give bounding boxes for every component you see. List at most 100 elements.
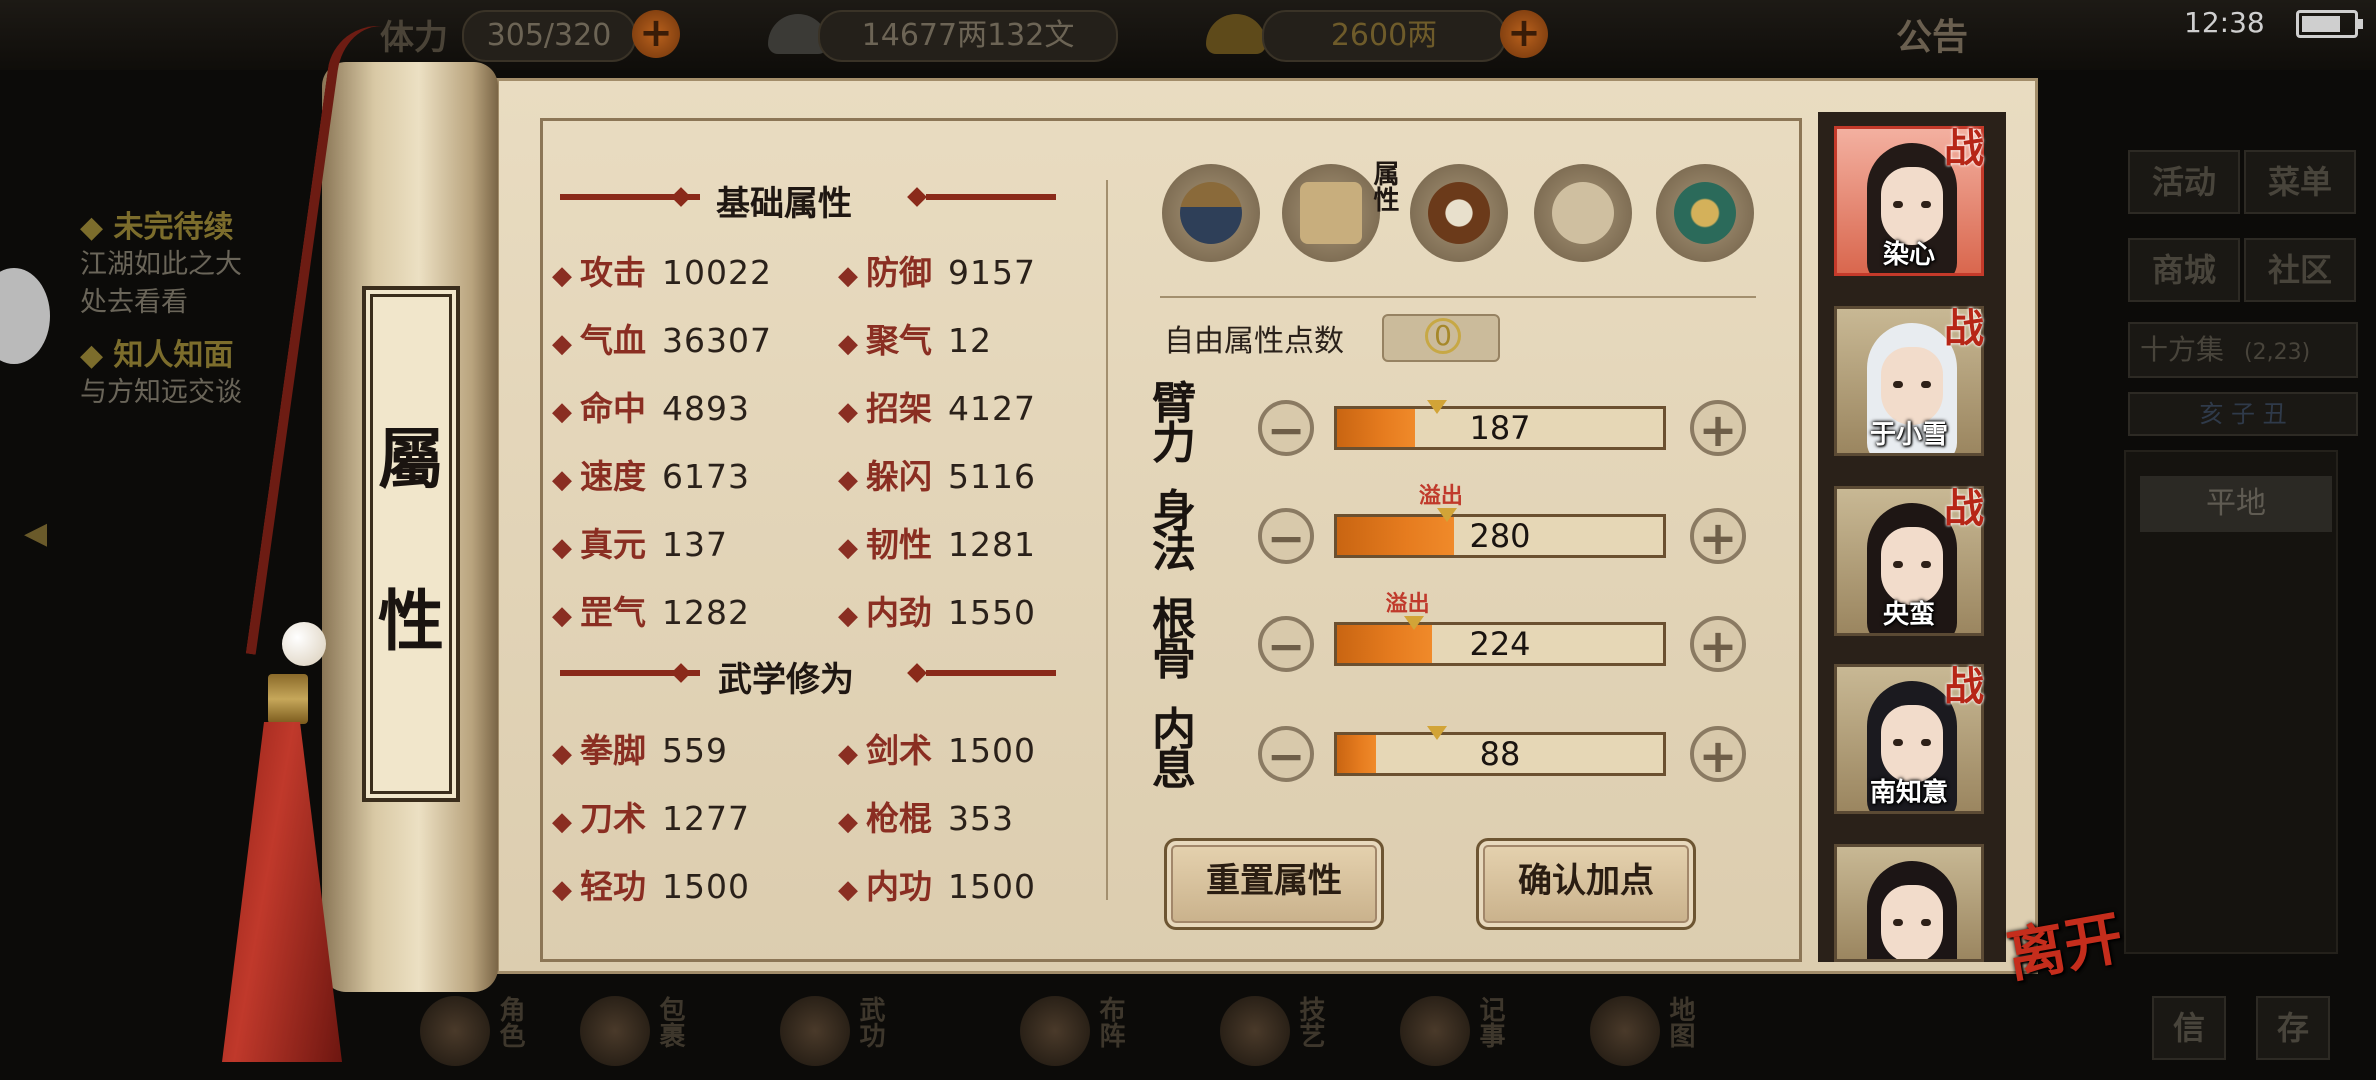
character-eye	[1921, 561, 1931, 568]
attr-marker-icon-1	[1436, 508, 1457, 522]
character-eye	[1921, 381, 1931, 388]
basic-attributes-header: 基础属性	[716, 184, 852, 224]
scroll-title-panel	[362, 286, 460, 802]
attr-bar-2: 224	[1334, 622, 1666, 666]
character-eye	[1921, 919, 1931, 926]
bag-icon	[580, 996, 650, 1066]
add-gold-button[interactable]: +	[1500, 10, 1548, 58]
place-button[interactable]: 平地	[2140, 476, 2332, 532]
martial-header: 武学修为	[718, 660, 854, 700]
character-eye	[1893, 561, 1903, 568]
stat-accuracy: ◆ 命中 4893	[552, 389, 750, 428]
tab-compass-icon[interactable]	[1656, 164, 1754, 262]
stat-attack: ◆ 攻击 10022	[552, 253, 772, 292]
dock-crafts[interactable]: 技艺	[1220, 996, 1370, 1076]
attr-name-2: 根骨	[1152, 594, 1196, 685]
battle-tag-0: 战	[1944, 125, 1984, 172]
dock-journal[interactable]: 记事	[1400, 996, 1550, 1076]
dock-map[interactable]: 地图	[1590, 996, 1740, 1076]
tassel-cap	[268, 674, 308, 724]
quest-title-2[interactable]: ◆ 知人知面	[80, 330, 234, 374]
character-eye	[1893, 381, 1903, 388]
confirm-points-button[interactable]: 确认加点	[1476, 838, 1696, 930]
attr-minus-button-3[interactable]: −	[1258, 726, 1314, 782]
books-icon	[780, 996, 850, 1066]
attr-marker-icon-3	[1426, 726, 1447, 740]
stat-dodge: ◆ 躲闪 5116	[838, 457, 1036, 496]
map-icon	[1590, 996, 1660, 1066]
stat-speed: ◆ 速度 6173	[552, 457, 750, 496]
panel-divider	[1106, 180, 1108, 900]
character-eye	[1921, 201, 1931, 208]
tassel-bead	[282, 622, 326, 666]
quest-title-1[interactable]: ◆ 未完待续	[80, 202, 234, 246]
notice-button[interactable]: 公告	[1896, 8, 1968, 60]
character-eye	[1893, 739, 1903, 746]
quest-toggle-icon[interactable]	[0, 268, 50, 364]
battle-tag-1: 战	[1944, 305, 1984, 352]
stamina-label: 体力	[380, 18, 448, 58]
attr-value-1: 280	[1469, 517, 1531, 555]
attr-value-3: 88	[1479, 735, 1521, 773]
time-bar: 亥 子 丑	[2128, 392, 2358, 436]
stat-hp: ◆ 气血 36307	[552, 321, 772, 360]
attr-name-1: 身法	[1152, 486, 1196, 577]
mail-button[interactable]: 信	[2152, 996, 2226, 1060]
character-name-0: 染心	[1882, 240, 1935, 270]
add-stamina-button[interactable]: +	[632, 10, 680, 58]
collapse-left-arrow-icon[interactable]: ◀	[24, 516, 47, 551]
attr-marker-icon-0	[1426, 400, 1447, 414]
attr-plus-button-3[interactable]: +	[1690, 726, 1746, 782]
free-points-value: 0	[1425, 318, 1461, 354]
reset-attributes-button[interactable]: 重置属性	[1164, 838, 1384, 930]
attr-minus-button-1[interactable]: −	[1258, 508, 1314, 564]
character-card-4[interactable]	[1834, 844, 1984, 962]
dock-bag[interactable]: 包裹	[580, 996, 730, 1076]
attr-plus-button-0[interactable]: +	[1690, 400, 1746, 456]
attr-value-0: 187	[1469, 409, 1531, 447]
stat-inner-force: ◆ 内劲 1550	[838, 593, 1036, 632]
activity-button[interactable]: 活动	[2128, 150, 2240, 214]
menu-button[interactable]: 菜单	[2244, 150, 2356, 214]
stat-true-essence: ◆ 真元 137	[552, 525, 728, 564]
scroll-title-char-2: 性	[378, 582, 444, 660]
status-clock: 12:38	[2184, 6, 2265, 39]
save-button[interactable]: 存	[2256, 996, 2330, 1060]
character-name-2: 央蛮	[1882, 600, 1935, 630]
character-eye	[1921, 739, 1931, 746]
character-eye	[1893, 201, 1903, 208]
attr-minus-button-0[interactable]: −	[1258, 400, 1314, 456]
shop-button[interactable]: 商城	[2128, 238, 2240, 302]
tab-meridian-icon[interactable]	[1534, 164, 1632, 262]
attr-name-0: 臂力	[1152, 378, 1196, 469]
attr-value-2: 224	[1469, 625, 1531, 663]
attr-overflow-label-1: 溢出	[1418, 484, 1463, 509]
stat-blade: ◆ 刀术 1277	[552, 799, 750, 838]
character-face-4	[1881, 885, 1943, 959]
dock-role[interactable]: 角色	[420, 996, 570, 1076]
battery-icon	[2296, 10, 2363, 38]
header-ornament-right	[926, 194, 1056, 200]
attr-plus-button-2[interactable]: +	[1690, 616, 1746, 672]
quest-desc-2: 与方知远交谈	[80, 377, 242, 408]
attr-minus-button-2[interactable]: −	[1258, 616, 1314, 672]
dock-skills[interactable]: 武功	[780, 996, 930, 1076]
stat-gather: ◆ 聚气 12	[838, 321, 992, 360]
attr-plus-button-1[interactable]: +	[1690, 508, 1746, 564]
battle-tag-2: 战	[1944, 485, 1984, 532]
bagua-icon	[1020, 996, 1090, 1066]
dock-formation[interactable]: 布阵	[1020, 996, 1170, 1076]
stat-defense: ◆ 防御 9157	[838, 253, 1036, 292]
tab-character-portrait[interactable]	[1162, 164, 1260, 262]
tab-attributes-label: 属性	[1369, 160, 1399, 212]
tab-bagua-icon[interactable]	[1410, 164, 1508, 262]
stat-spear: ◆ 枪棍 353	[838, 799, 1014, 838]
martial-ornament-right	[926, 670, 1056, 676]
stat-inner-skill: ◆ 内功 1500	[838, 867, 1036, 906]
character-eye	[1893, 919, 1903, 926]
character-name-3: 南知意	[1869, 778, 1948, 808]
character-name-1: 于小雪	[1869, 420, 1948, 450]
community-button[interactable]: 社区	[2244, 238, 2356, 302]
stat-gangqi: ◆ 罡气 1282	[552, 593, 750, 632]
gold-pill: 2600两	[1262, 10, 1506, 62]
